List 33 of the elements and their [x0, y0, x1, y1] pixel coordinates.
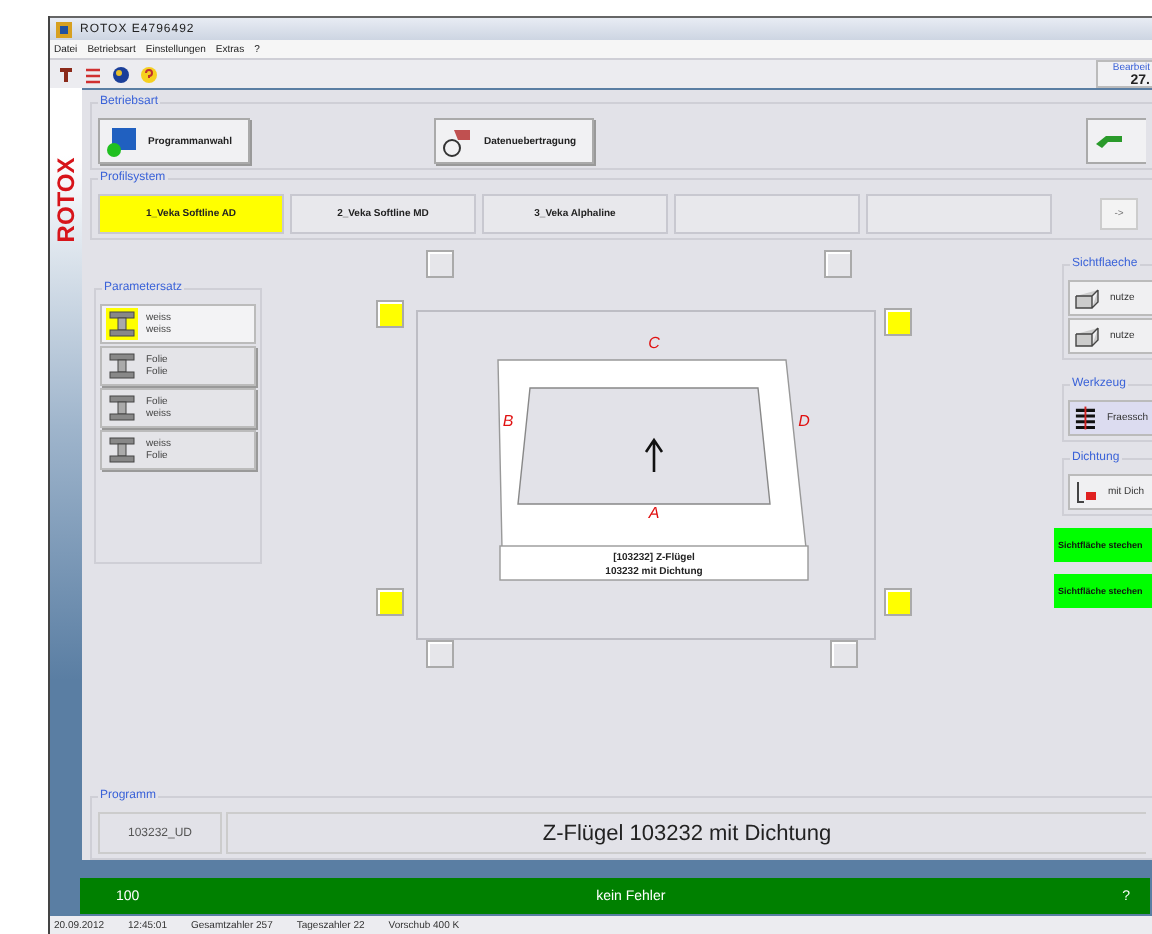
side-label: C — [648, 334, 660, 352]
profile-icon — [108, 394, 136, 422]
corner-marker[interactable] — [376, 588, 404, 616]
transfer-icon — [441, 125, 474, 157]
help-icon[interactable] — [140, 65, 158, 83]
profile-icon — [108, 310, 136, 338]
side-label: A — [648, 504, 660, 522]
seal-icon — [1074, 480, 1098, 504]
logo-text: ROTOX — [54, 157, 78, 243]
app-icon — [56, 21, 72, 37]
profile-icon — [108, 352, 136, 380]
corner-marker[interactable] — [884, 588, 912, 616]
program-name: Z-Flügel 103232 mit Dichtung — [226, 812, 1146, 854]
back-button[interactable] — [1086, 118, 1146, 164]
profile-corner-icon — [1074, 287, 1100, 309]
corner-marker[interactable] — [824, 250, 852, 278]
side-label: B — [502, 412, 514, 430]
corner-marker[interactable] — [830, 640, 858, 668]
profile-tab[interactable] — [866, 194, 1052, 234]
side-label: D — [798, 412, 810, 430]
corner-marker[interactable] — [426, 250, 454, 278]
profile-icon — [108, 436, 136, 464]
up-arrow-icon — [644, 437, 664, 474]
profile-corner-icon — [1074, 325, 1100, 347]
corner-marker[interactable] — [884, 308, 912, 336]
cutter-icon — [1074, 406, 1097, 430]
corner-marker[interactable] — [376, 300, 404, 328]
program-icon — [106, 125, 138, 157]
arrow-icon — [1094, 131, 1122, 151]
tool-icon[interactable] — [58, 65, 74, 83]
globe-icon[interactable] — [112, 65, 130, 83]
corner-marker[interactable] — [426, 640, 454, 668]
profile-tab[interactable] — [674, 194, 860, 234]
